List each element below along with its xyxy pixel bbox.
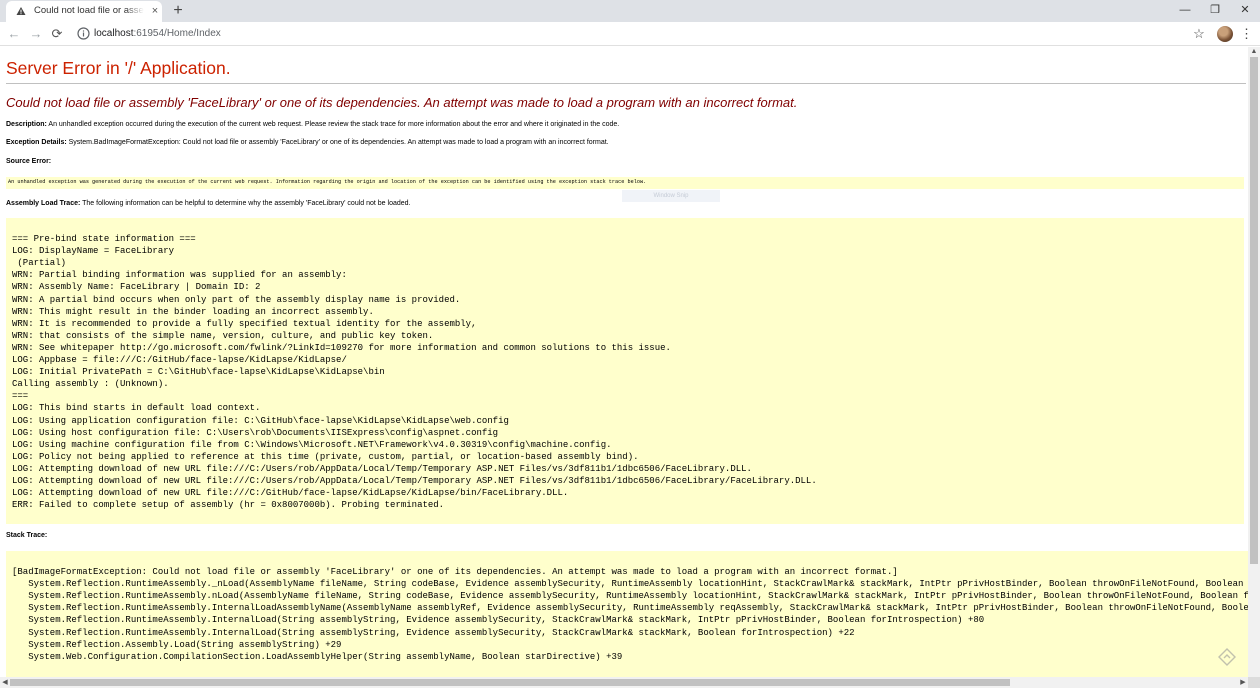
browser-menu-icon[interactable]: ⋮ [1240, 26, 1253, 42]
exception-paragraph: Exception Details: System.BadImageFormat… [6, 139, 609, 146]
divider [6, 83, 1246, 84]
stack-trace: [BadImageFormatException: Could not load… [12, 567, 1248, 662]
exception-text: System.BadImageFormatException: Could no… [66, 139, 609, 146]
browser-tab[interactable]: Could not load file or assembly 'FaceLib… [6, 1, 162, 22]
page-viewport: Server Error in '/' Application. Could n… [0, 47, 1248, 677]
profile-avatar[interactable] [1217, 26, 1233, 42]
scroll-up-arrow-icon[interactable]: ▲ [1248, 47, 1260, 57]
source-error-text: An unhandled exception was generated dur… [8, 179, 647, 185]
description-text: An unhandled exception occurred during t… [46, 121, 620, 128]
stack-trace-box: [BadImageFormatException: Could not load… [6, 551, 1248, 677]
restore-icon[interactable]: ❐ [1200, 2, 1230, 18]
description-paragraph: Description: An unhandled exception occu… [6, 121, 619, 128]
scroll-right-arrow-icon[interactable]: ▶ [1238, 677, 1248, 688]
tab-strip: Could not load file or assembly 'FaceLib… [0, 0, 1260, 22]
bookmark-star-icon[interactable]: ☆ [1192, 26, 1206, 42]
vertical-scrollbar[interactable]: ▲ [1248, 47, 1260, 677]
assembly-log-box: === Pre-bind state information === LOG: … [6, 218, 1244, 524]
url-host: localhost [94, 28, 134, 39]
minimize-icon[interactable]: — [1170, 2, 1200, 18]
error-title: Could not load file or assembly 'FaceLib… [6, 95, 798, 110]
assembly-trace-paragraph: Assembly Load Trace: The following infor… [6, 200, 411, 207]
assembly-log: === Pre-bind state information === LOG: … [12, 234, 817, 511]
scroll-left-arrow-icon[interactable]: ◀ [0, 677, 10, 688]
tab-title: Could not load file or assembly 'FaceLib… [34, 5, 144, 16]
info-icon[interactable] [77, 27, 90, 40]
close-window-icon[interactable]: ✕ [1230, 2, 1260, 18]
new-tab-button[interactable]: + [170, 2, 186, 20]
scrollbar-corner [1248, 677, 1260, 688]
vertical-scroll-thumb[interactable] [1250, 57, 1258, 564]
horizontal-scrollbar[interactable]: ◀ ▶ [0, 677, 1248, 688]
tab-close-icon[interactable]: × [149, 4, 161, 18]
assembly-trace-text: The following information can be helpful… [80, 200, 411, 207]
floating-action-icon[interactable] [1218, 648, 1236, 666]
description-label: Description: [6, 121, 47, 128]
reload-icon[interactable]: ⟳ [49, 26, 65, 42]
warning-favicon-icon [16, 7, 26, 15]
forward-icon[interactable]: → [28, 26, 44, 42]
horizontal-scroll-thumb[interactable] [10, 679, 1010, 686]
source-error-label: Source Error: [6, 158, 52, 165]
page-heading: Server Error in '/' Application. [6, 58, 231, 78]
source-error-box: An unhandled exception was generated dur… [6, 177, 1244, 189]
back-icon[interactable]: ← [6, 26, 22, 42]
url-path: :61954/Home/Index [133, 28, 221, 39]
address-bar[interactable]: localhost:61954/Home/Index [94, 28, 221, 39]
source-error-heading: Source Error: [6, 158, 51, 165]
stack-trace-heading: Stack Trace: [6, 532, 47, 539]
window-snip-watermark: Window Snip [622, 190, 720, 202]
exception-label: Exception Details: [6, 139, 67, 146]
assembly-trace-label: Assembly Load Trace: [6, 200, 81, 207]
stack-trace-label: Stack Trace: [6, 532, 48, 539]
browser-toolbar: ← → ⟳ localhost:61954/Home/Index ☆ ⋮ [0, 22, 1260, 46]
